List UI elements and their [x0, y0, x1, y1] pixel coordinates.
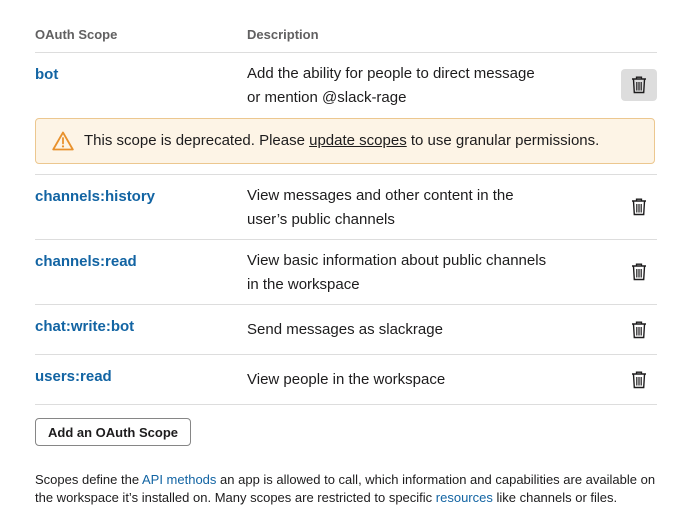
update-scopes-link[interactable]: update scopes: [309, 132, 407, 149]
warning-triangle-icon: [52, 131, 74, 151]
scope-description-line: Add the ability for people to direct mes…: [247, 65, 535, 82]
scope-name: chat:write:bot: [35, 318, 135, 335]
scope-description: View people in the workspace: [247, 368, 577, 392]
column-header-description: Description: [247, 27, 319, 42]
scopes-help-text: Scopes define the API methods an app is …: [35, 471, 657, 507]
scope-description: Add the ability for people to direct mes…: [247, 62, 577, 110]
warning-text: to use granular permissions.: [406, 132, 600, 149]
scope-description-line: View basic information about public chan…: [247, 252, 547, 269]
resources-link[interactable]: resources: [436, 490, 493, 505]
remove-scope-button[interactable]: [621, 314, 657, 346]
api-methods-link[interactable]: API methods: [142, 472, 216, 487]
help-text: like channels or files.: [492, 490, 618, 505]
table-row: channels:history View messages and other…: [35, 175, 657, 240]
remove-scope-button[interactable]: [621, 364, 657, 396]
scope-description: View basic information about public chan…: [247, 249, 577, 297]
column-header-scope: OAuth Scope: [35, 27, 118, 42]
remove-scope-button[interactable]: [621, 256, 657, 288]
scope-description-line: in the workspace: [247, 276, 360, 293]
scope-description: View messages and other content in the u…: [247, 184, 577, 232]
trash-icon: [632, 371, 646, 389]
table-row: users:read View people in the workspace: [35, 355, 657, 405]
scope-name: bot: [35, 66, 59, 83]
trash-icon: [632, 198, 646, 216]
scope-name: channels:read: [35, 253, 137, 270]
deprecation-warning: This scope is deprecated. Please update …: [35, 118, 655, 164]
add-oauth-scope-button[interactable]: Add an OAuth Scope: [35, 418, 191, 446]
warning-message: This scope is deprecated. Please update …: [84, 132, 599, 149]
scope-description-line: user’s public channels: [247, 211, 395, 228]
table-row: chat:write:bot Send messages as slackrag…: [35, 305, 657, 355]
warning-text: This scope is deprecated. Please: [84, 132, 310, 149]
remove-scope-button[interactable]: [621, 69, 657, 101]
scope-description-line: View people in the workspace: [247, 371, 446, 388]
scope-name: channels:history: [35, 188, 156, 205]
trash-icon: [632, 263, 646, 281]
scope-description: Send messages as slackrage: [247, 318, 577, 342]
trash-icon: [632, 76, 646, 94]
remove-scope-button[interactable]: [621, 191, 657, 223]
scope-description-line: or mention @slack-rage: [247, 89, 407, 106]
scope-description-line: View messages and other content in the: [247, 187, 514, 204]
scope-description-line: Send messages as slackrage: [247, 321, 443, 338]
table-row: channels:read View basic information abo…: [35, 240, 657, 305]
scope-name: users:read: [35, 368, 112, 385]
trash-icon: [632, 321, 646, 339]
table-header: OAuth Scope Description: [35, 0, 657, 53]
help-text: Scopes define the: [35, 472, 142, 487]
oauth-scopes-panel: OAuth Scope Description bot Add the abil…: [35, 0, 657, 505]
